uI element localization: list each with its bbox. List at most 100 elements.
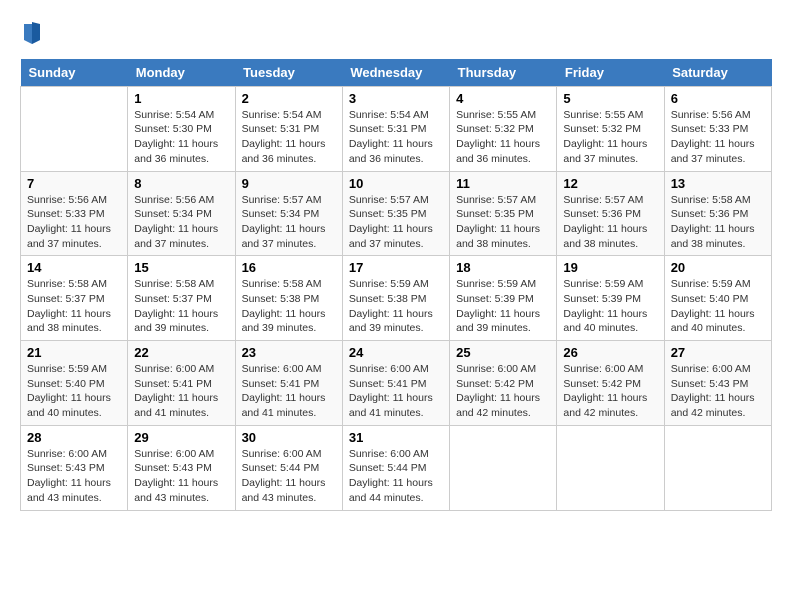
calendar-day-cell: 25Sunrise: 6:00 AM Sunset: 5:42 PM Dayli… <box>450 341 557 426</box>
day-info: Sunrise: 6:00 AM Sunset: 5:41 PM Dayligh… <box>242 362 336 421</box>
day-number: 5 <box>563 91 657 106</box>
calendar-week-row: 1 Sunrise: 5:54 AM Sunset: 5:30 PM Daylig… <box>21 86 772 171</box>
page-header <box>20 20 772 49</box>
day-info: Sunrise: 5:59 AM Sunset: 5:38 PM Dayligh… <box>349 277 443 336</box>
day-info: Sunrise: 5:59 AM Sunset: 5:40 PM Dayligh… <box>27 362 121 421</box>
calendar-day-cell: 10 Sunrise: 5:57 AM Sunset: 5:35 PM Dayli… <box>342 171 449 256</box>
calendar-day-cell: 13 Sunrise: 5:58 AM Sunset: 5:36 PM Dayli… <box>664 171 771 256</box>
day-number: 19 <box>563 260 657 275</box>
logo-text <box>20 20 42 49</box>
day-info: Sunrise: 5:57 AM Sunset: 5:34 PM Dayligh… <box>242 193 336 252</box>
calendar-day-cell: 14 Sunrise: 5:58 AM Sunset: 5:37 PM Dayli… <box>21 256 128 341</box>
day-info: Sunrise: 6:00 AM Sunset: 5:41 PM Dayligh… <box>134 362 228 421</box>
day-number: 31 <box>349 430 443 445</box>
calendar-week-row: 7 Sunrise: 5:56 AM Sunset: 5:33 PM Daylig… <box>21 171 772 256</box>
day-number: 30 <box>242 430 336 445</box>
calendar-day-cell: 12Sunrise: 5:57 AM Sunset: 5:36 PM Dayli… <box>557 171 664 256</box>
calendar-day-cell: 29 Sunrise: 6:00 AM Sunset: 5:43 PM Dayli… <box>128 425 235 510</box>
day-number: 17 <box>349 260 443 275</box>
calendar-day-cell <box>557 425 664 510</box>
day-number: 20 <box>671 260 765 275</box>
day-info: Sunrise: 5:56 AM Sunset: 5:33 PM Dayligh… <box>671 108 765 167</box>
day-number: 13 <box>671 176 765 191</box>
day-info: Sunrise: 5:59 AM Sunset: 5:39 PM Dayligh… <box>563 277 657 336</box>
day-info: Sunrise: 5:55 AM Sunset: 5:32 PM Dayligh… <box>563 108 657 167</box>
day-number: 1 <box>134 91 228 106</box>
calendar-day-cell: 1 Sunrise: 5:54 AM Sunset: 5:30 PM Daylig… <box>128 86 235 171</box>
day-info: Sunrise: 6:00 AM Sunset: 5:44 PM Dayligh… <box>242 447 336 506</box>
day-number: 26 <box>563 345 657 360</box>
calendar-day-cell: 20 Sunrise: 5:59 AM Sunset: 5:40 PM Dayli… <box>664 256 771 341</box>
day-info: Sunrise: 6:00 AM Sunset: 5:41 PM Dayligh… <box>349 362 443 421</box>
day-info: Sunrise: 5:57 AM Sunset: 5:36 PM Dayligh… <box>563 193 657 252</box>
day-info: Sunrise: 5:59 AM Sunset: 5:40 PM Dayligh… <box>671 277 765 336</box>
calendar-day-cell: 15Sunrise: 5:58 AM Sunset: 5:37 PM Dayli… <box>128 256 235 341</box>
day-of-week-header: Monday <box>128 59 235 87</box>
calendar-day-cell: 9 Sunrise: 5:57 AM Sunset: 5:34 PM Daylig… <box>235 171 342 256</box>
day-info: Sunrise: 6:00 AM Sunset: 5:43 PM Dayligh… <box>134 447 228 506</box>
calendar-day-cell: 31 Sunrise: 6:00 AM Sunset: 5:44 PM Dayli… <box>342 425 449 510</box>
day-info: Sunrise: 6:00 AM Sunset: 5:42 PM Dayligh… <box>563 362 657 421</box>
calendar-day-cell: 7 Sunrise: 5:56 AM Sunset: 5:33 PM Daylig… <box>21 171 128 256</box>
calendar-day-cell: 28 Sunrise: 6:00 AM Sunset: 5:43 PM Dayli… <box>21 425 128 510</box>
calendar-day-cell: 8Sunrise: 5:56 AM Sunset: 5:34 PM Daylig… <box>128 171 235 256</box>
day-number: 21 <box>27 345 121 360</box>
day-number: 27 <box>671 345 765 360</box>
calendar-day-cell: 24 Sunrise: 6:00 AM Sunset: 5:41 PM Dayli… <box>342 341 449 426</box>
calendar-day-cell: 27 Sunrise: 6:00 AM Sunset: 5:43 PM Dayli… <box>664 341 771 426</box>
day-number: 6 <box>671 91 765 106</box>
day-info: Sunrise: 5:57 AM Sunset: 5:35 PM Dayligh… <box>456 193 550 252</box>
day-info: Sunrise: 5:59 AM Sunset: 5:39 PM Dayligh… <box>456 277 550 336</box>
calendar-day-cell: 2Sunrise: 5:54 AM Sunset: 5:31 PM Daylig… <box>235 86 342 171</box>
calendar-day-cell: 16 Sunrise: 5:58 AM Sunset: 5:38 PM Dayli… <box>235 256 342 341</box>
calendar-week-row: 28 Sunrise: 6:00 AM Sunset: 5:43 PM Dayli… <box>21 425 772 510</box>
day-number: 3 <box>349 91 443 106</box>
day-number: 28 <box>27 430 121 445</box>
calendar-day-cell: 11 Sunrise: 5:57 AM Sunset: 5:35 PM Dayli… <box>450 171 557 256</box>
calendar-day-cell: 21 Sunrise: 5:59 AM Sunset: 5:40 PM Dayli… <box>21 341 128 426</box>
day-info: Sunrise: 5:54 AM Sunset: 5:31 PM Dayligh… <box>349 108 443 167</box>
day-info: Sunrise: 6:00 AM Sunset: 5:42 PM Dayligh… <box>456 362 550 421</box>
day-of-week-header: Saturday <box>664 59 771 87</box>
day-info: Sunrise: 5:54 AM Sunset: 5:30 PM Dayligh… <box>134 108 228 167</box>
day-number: 14 <box>27 260 121 275</box>
day-of-week-header: Tuesday <box>235 59 342 87</box>
calendar-day-cell: 4Sunrise: 5:55 AM Sunset: 5:32 PM Daylig… <box>450 86 557 171</box>
day-number: 7 <box>27 176 121 191</box>
logo <box>20 20 42 49</box>
day-number: 16 <box>242 260 336 275</box>
day-info: Sunrise: 6:00 AM Sunset: 5:43 PM Dayligh… <box>671 362 765 421</box>
day-info: Sunrise: 6:00 AM Sunset: 5:43 PM Dayligh… <box>27 447 121 506</box>
calendar-day-cell <box>450 425 557 510</box>
calendar-body: 1 Sunrise: 5:54 AM Sunset: 5:30 PM Daylig… <box>21 86 772 510</box>
day-of-week-header: Sunday <box>21 59 128 87</box>
day-number: 4 <box>456 91 550 106</box>
day-number: 18 <box>456 260 550 275</box>
day-number: 11 <box>456 176 550 191</box>
calendar-day-cell <box>664 425 771 510</box>
calendar-table: SundayMondayTuesdayWednesdayThursdayFrid… <box>20 59 772 511</box>
calendar-day-cell: 3 Sunrise: 5:54 AM Sunset: 5:31 PM Daylig… <box>342 86 449 171</box>
calendar-day-cell: 30 Sunrise: 6:00 AM Sunset: 5:44 PM Dayli… <box>235 425 342 510</box>
day-info: Sunrise: 5:58 AM Sunset: 5:37 PM Dayligh… <box>27 277 121 336</box>
day-info: Sunrise: 5:58 AM Sunset: 5:36 PM Dayligh… <box>671 193 765 252</box>
calendar-day-cell: 5 Sunrise: 5:55 AM Sunset: 5:32 PM Daylig… <box>557 86 664 171</box>
day-number: 29 <box>134 430 228 445</box>
day-number: 22 <box>134 345 228 360</box>
day-info: Sunrise: 5:54 AM Sunset: 5:31 PM Dayligh… <box>242 108 336 167</box>
calendar-day-cell: 18 Sunrise: 5:59 AM Sunset: 5:39 PM Dayli… <box>450 256 557 341</box>
day-number: 10 <box>349 176 443 191</box>
day-number: 24 <box>349 345 443 360</box>
day-of-week-header: Friday <box>557 59 664 87</box>
calendar-week-row: 21 Sunrise: 5:59 AM Sunset: 5:40 PM Dayli… <box>21 341 772 426</box>
day-info: Sunrise: 5:56 AM Sunset: 5:33 PM Dayligh… <box>27 193 121 252</box>
logo-icon <box>22 20 42 44</box>
day-info: Sunrise: 6:00 AM Sunset: 5:44 PM Dayligh… <box>349 447 443 506</box>
day-number: 8 <box>134 176 228 191</box>
day-number: 23 <box>242 345 336 360</box>
calendar-day-cell: 22 Sunrise: 6:00 AM Sunset: 5:41 PM Dayli… <box>128 341 235 426</box>
day-info: Sunrise: 5:58 AM Sunset: 5:38 PM Dayligh… <box>242 277 336 336</box>
day-info: Sunrise: 5:57 AM Sunset: 5:35 PM Dayligh… <box>349 193 443 252</box>
day-number: 9 <box>242 176 336 191</box>
calendar-day-cell: 17 Sunrise: 5:59 AM Sunset: 5:38 PM Dayli… <box>342 256 449 341</box>
